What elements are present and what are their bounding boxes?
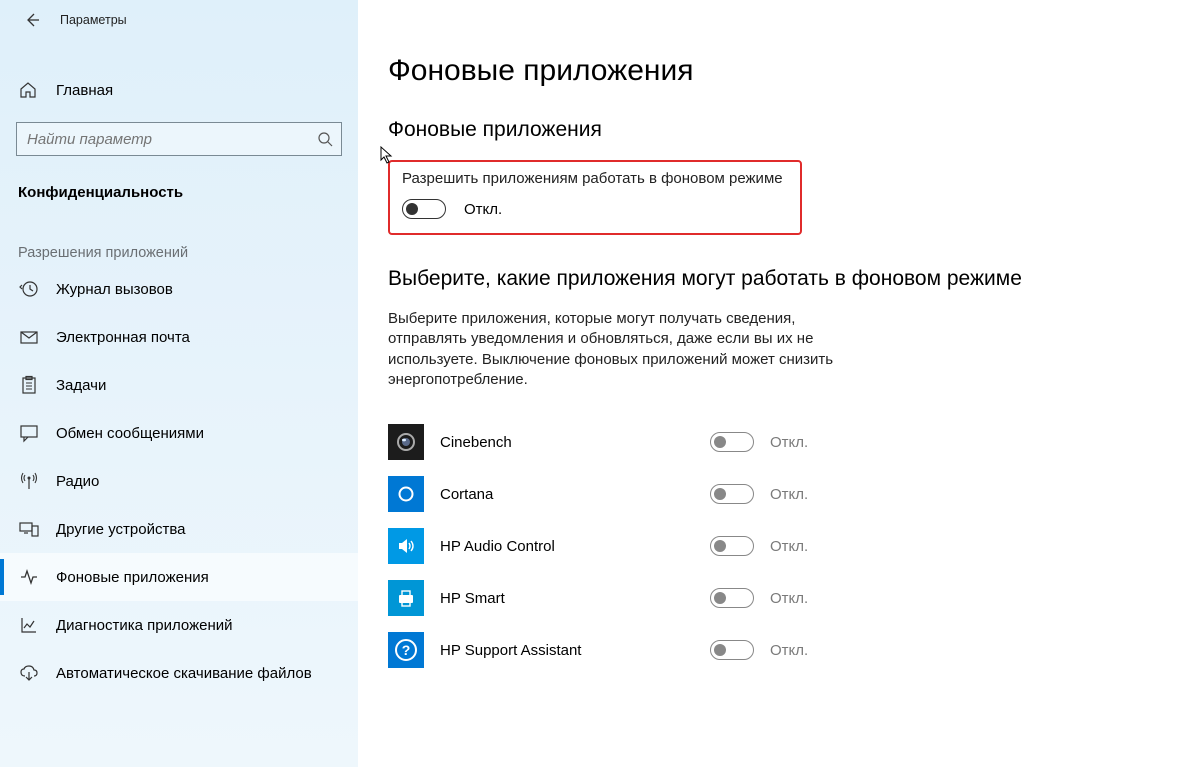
master-toggle[interactable] — [402, 199, 446, 219]
app-item-hp-smart: HP Smart Откл. — [388, 572, 1170, 624]
clock-history-icon — [18, 278, 40, 300]
sidebar-item-label: Журнал вызовов — [56, 281, 173, 298]
sidebar-item-label: Задачи — [56, 377, 106, 394]
sidebar-item-label: Другие устройства — [56, 521, 185, 538]
sidebar-section-title: Конфиденциальность — [0, 170, 358, 211]
master-toggle-label: Разрешить приложениям работать в фоновом… — [402, 170, 788, 187]
sidebar-item-email[interactable]: Электронная почта — [0, 313, 358, 361]
master-toggle-highlight: Разрешить приложениям работать в фоновом… — [388, 160, 802, 235]
sidebar-item-app-diagnostics[interactable]: Диагностика приложений — [0, 601, 358, 649]
speaker-icon — [388, 528, 424, 564]
app-toggle-state: Откл. — [770, 538, 808, 555]
page-title: Фоновые приложения — [388, 54, 1170, 88]
app-item-hp-audio: HP Audio Control Откл. — [388, 520, 1170, 572]
app-name: Cortana — [440, 486, 710, 503]
content-area: Фоновые приложения Фоновые приложения Ра… — [358, 0, 1200, 767]
section-background-apps-title: Фоновые приложения — [388, 118, 1170, 142]
app-toggle[interactable] — [710, 484, 754, 504]
help-icon: ? — [388, 632, 424, 668]
sidebar-home-label: Главная — [56, 82, 113, 99]
sidebar: Параметры Главная Конфиденциальность Раз… — [0, 0, 358, 767]
app-toggle-state: Откл. — [770, 486, 808, 503]
home-icon — [18, 80, 38, 100]
sidebar-item-other-devices[interactable]: Другие устройства — [0, 505, 358, 553]
master-toggle-state: Откл. — [464, 201, 502, 218]
app-item-hp-support: ? HP Support Assistant Откл. — [388, 624, 1170, 676]
app-name: HP Audio Control — [440, 538, 710, 555]
app-toggle-state: Откл. — [770, 642, 808, 659]
app-toggle[interactable] — [710, 640, 754, 660]
sidebar-item-label: Фоновые приложения — [56, 569, 209, 586]
printer-icon — [388, 580, 424, 616]
cloud-download-icon — [18, 662, 40, 684]
sidebar-item-radio[interactable]: Радио — [0, 457, 358, 505]
app-toggle[interactable] — [710, 432, 754, 452]
app-item-cortana: Cortana Откл. — [388, 468, 1170, 520]
activity-icon — [18, 566, 40, 588]
app-toggle-state: Откл. — [770, 434, 808, 451]
sidebar-home[interactable]: Главная — [0, 70, 358, 110]
app-name: HP Support Assistant — [440, 642, 710, 659]
app-name: Cinebench — [440, 434, 710, 451]
sidebar-item-background-apps[interactable]: Фоновые приложения — [0, 553, 358, 601]
sidebar-item-auto-downloads[interactable]: Автоматическое скачивание файлов — [0, 649, 358, 697]
app-toggle[interactable] — [710, 536, 754, 556]
mail-icon — [18, 326, 40, 348]
sidebar-item-label: Диагностика приложений — [56, 617, 232, 634]
devices-icon — [18, 518, 40, 540]
antenna-icon — [18, 470, 40, 492]
app-name: HP Smart — [440, 590, 710, 607]
sidebar-header: Параметры — [0, 4, 358, 46]
sidebar-item-label: Обмен сообщениями — [56, 425, 204, 442]
app-item-cinebench: Cinebench Откл. — [388, 416, 1170, 468]
sidebar-item-messaging[interactable]: Обмен сообщениями — [0, 409, 358, 457]
sidebar-item-call-history[interactable]: Журнал вызовов — [0, 265, 358, 313]
sidebar-subsection-label: Разрешения приложений — [0, 211, 358, 265]
app-toggle[interactable] — [710, 588, 754, 608]
chat-icon — [18, 422, 40, 444]
cinebench-icon — [388, 424, 424, 460]
sidebar-item-tasks[interactable]: Задачи — [0, 361, 358, 409]
window-title: Параметры — [60, 13, 127, 27]
sidebar-item-label: Радио — [56, 473, 99, 490]
search-icon — [317, 131, 333, 147]
sidebar-nav-list: Журнал вызовов Электронная почта Задачи … — [0, 265, 358, 697]
section-choose-apps-title: Выберите, какие приложения могут работат… — [388, 267, 1170, 291]
back-arrow-icon[interactable] — [24, 12, 40, 28]
sidebar-item-label: Автоматическое скачивание файлов — [56, 665, 312, 682]
search-box[interactable] — [16, 122, 342, 156]
cortana-icon — [388, 476, 424, 512]
master-toggle-row: Откл. — [402, 199, 788, 219]
svg-text:?: ? — [402, 642, 411, 658]
app-toggle-state: Откл. — [770, 590, 808, 607]
clipboard-icon — [18, 374, 40, 396]
search-input[interactable] — [27, 131, 317, 148]
sidebar-item-label: Электронная почта — [56, 329, 190, 346]
section-choose-apps-description: Выберите приложения, которые могут получ… — [388, 309, 858, 390]
app-list: Cinebench Откл. Cortana Откл. HP Audio C… — [388, 416, 1170, 676]
chart-icon — [18, 614, 40, 636]
